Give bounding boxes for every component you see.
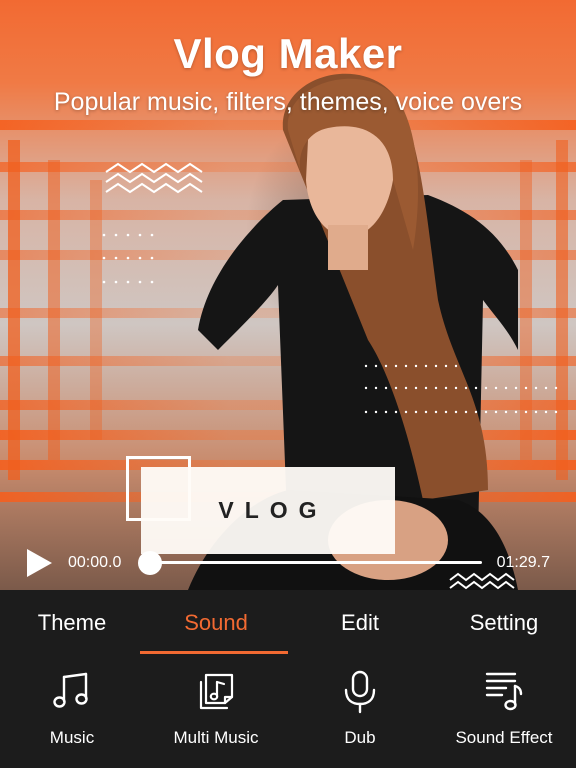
current-time: 00:00.0 <box>68 554 122 571</box>
dot-grid-decoration-right <box>364 364 558 414</box>
play-icon[interactable] <box>24 548 54 578</box>
video-player-controls: 00:00.0 01:29.7 <box>0 540 576 590</box>
active-tab-indicator <box>140 651 288 654</box>
music-label: Music <box>49 728 95 747</box>
tab-setting[interactable]: Setting <box>432 590 576 656</box>
sound-effect-icon <box>485 672 523 711</box>
music-button[interactable]: Music <box>0 670 144 760</box>
tab-theme[interactable]: Theme <box>0 590 144 656</box>
seek-bar[interactable] <box>150 561 482 564</box>
app-title: Vlog Maker <box>173 30 403 77</box>
multi-music-label: Multi Music <box>173 728 259 747</box>
sound-tools: Music Multi Music Dub Sound Effect <box>0 670 576 760</box>
multi-music-icon <box>199 673 234 710</box>
dub-button[interactable]: Dub <box>288 670 432 760</box>
app-subtitle: Popular music, filters, themes, voice ov… <box>53 88 523 116</box>
microphone-icon <box>344 670 376 714</box>
tab-edit[interactable]: Edit <box>288 590 432 656</box>
tab-sound[interactable]: Sound <box>144 590 288 656</box>
multi-music-button[interactable]: Multi Music <box>144 670 288 760</box>
zigzag-decoration <box>105 162 203 194</box>
music-note-icon <box>53 672 88 708</box>
dot-grid-decoration <box>102 233 154 284</box>
sound-effect-button[interactable]: Sound Effect <box>432 670 576 760</box>
dub-label: Dub <box>344 728 376 747</box>
editor-panel: Theme Sound Edit Setting Music Multi Mus… <box>0 590 576 768</box>
editor-tabs: Theme Sound Edit Setting <box>0 590 576 656</box>
hero-preview: Vlog Maker Popular music, filters, theme… <box>0 0 576 590</box>
total-duration: 01:29.7 <box>496 554 550 571</box>
sound-effect-label: Sound Effect <box>455 728 553 747</box>
vlog-title-text: VLOG <box>218 497 328 523</box>
seek-thumb[interactable] <box>138 551 162 575</box>
